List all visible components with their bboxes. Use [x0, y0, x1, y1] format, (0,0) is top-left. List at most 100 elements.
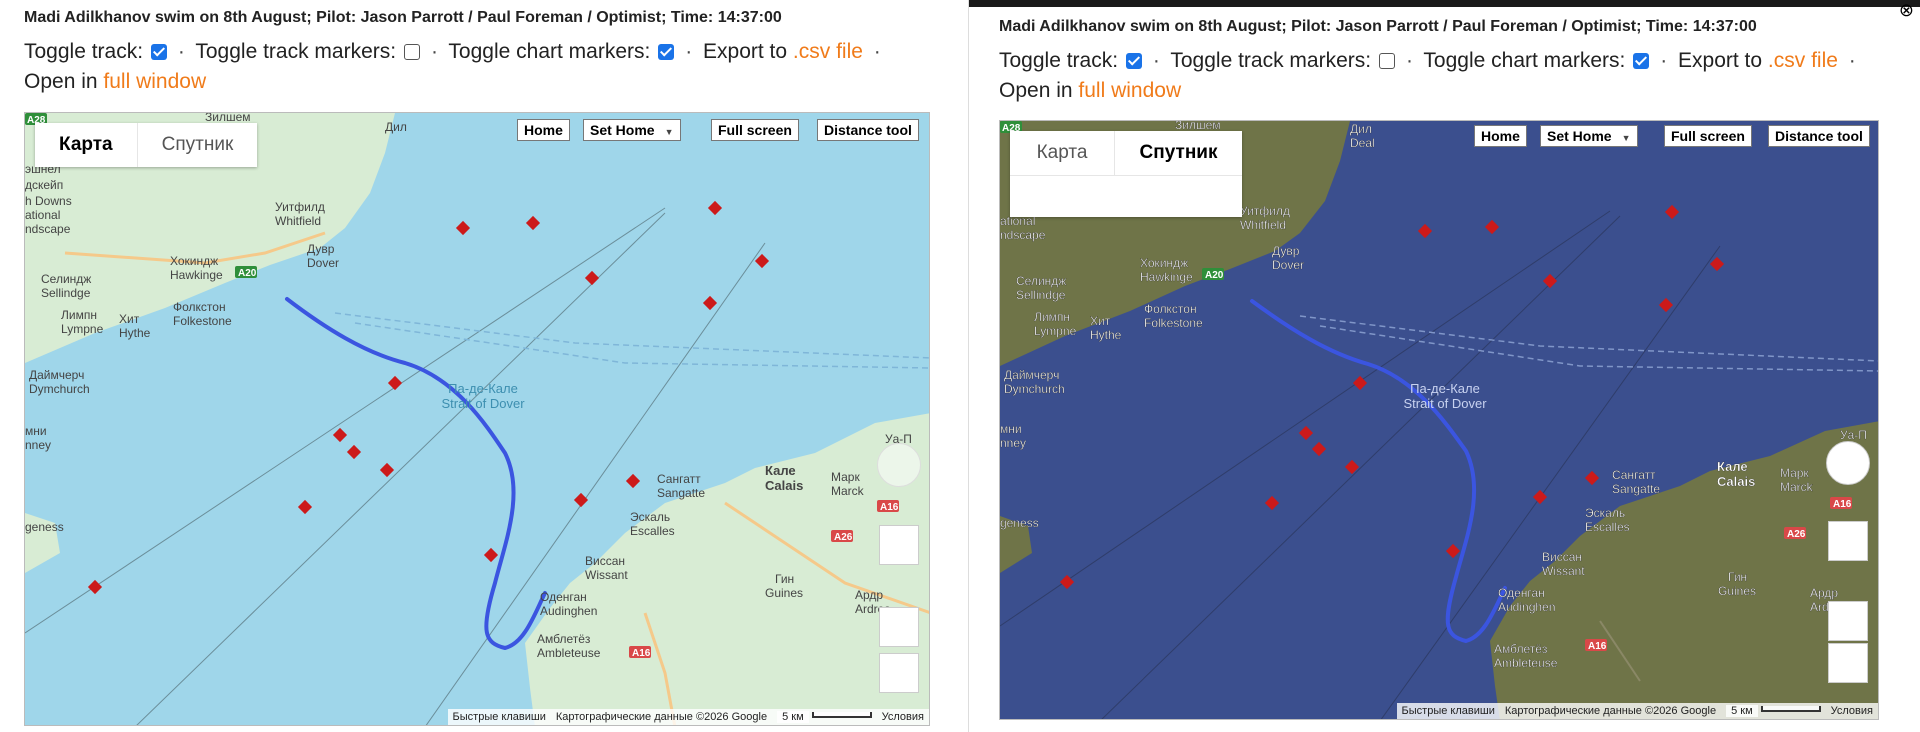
terms-link[interactable]: Условия — [876, 709, 929, 725]
scale-bar[interactable]: 5 км — [1721, 703, 1826, 719]
map-label: Hawkinge — [1140, 270, 1193, 284]
distance-tool-button[interactable]: Distance tool — [817, 119, 919, 141]
map-label: Хит — [119, 312, 140, 326]
map-control-button[interactable] — [879, 525, 919, 565]
map-label: Escalles — [1585, 520, 1630, 534]
map-label: Амблетёз — [1494, 642, 1548, 656]
map-label: Wissant — [585, 568, 628, 582]
map-label: Ambleteuse — [1494, 656, 1558, 670]
zoom-in-button[interactable] — [879, 607, 919, 647]
map-label: Дувр — [1272, 244, 1300, 258]
map-label: Ардр — [1810, 586, 1838, 600]
map-label: Дил — [385, 120, 407, 134]
toggle-track-markers-label: Toggle track markers: — [1170, 49, 1372, 72]
map-label: Wissant — [1542, 564, 1585, 578]
map-label: ndscape — [1000, 228, 1046, 242]
map-type-map-button[interactable]: Карта — [1010, 131, 1114, 175]
map-label: nney — [1000, 436, 1026, 450]
control-bar: Toggle track: · Toggle track markers: · … — [999, 46, 1861, 106]
map-label: Гин — [1728, 570, 1747, 584]
map-satellite[interactable]: Зилшем Дил Deal Уитфилд Whitfield Дувр D… — [999, 120, 1879, 720]
map-label: Хит — [1090, 314, 1111, 328]
map-label: Sangatte — [1612, 482, 1660, 496]
control-bar: Toggle track: · Toggle track markers: · … — [24, 37, 886, 97]
map-roadmap[interactable]: Зилшем Дил Уитфилд Whitfield Дувр Dover … — [24, 112, 930, 726]
export-label: Export to — [1678, 49, 1763, 72]
map-label: Ардр — [855, 588, 883, 602]
map-label: Дувр — [307, 242, 335, 256]
map-label: Оденган — [1498, 586, 1545, 600]
map-label: Хокиндж — [1140, 256, 1188, 270]
map-label: Уа-П — [1840, 428, 1867, 442]
close-icon[interactable]: ⊗ — [1899, 0, 1914, 21]
full-window-link[interactable]: full window — [103, 70, 206, 93]
map-label: Эскаль — [1585, 506, 1625, 520]
set-home-dropdown[interactable]: Set Home ▼ — [583, 119, 681, 141]
window-top-bar — [969, 0, 1920, 7]
terms-link[interactable]: Условия — [1825, 703, 1878, 719]
toggle-track-markers-checkbox[interactable] — [1379, 53, 1396, 69]
zoom-out-button[interactable] — [1828, 643, 1868, 683]
map-label: Folkestone — [1144, 316, 1203, 330]
road-label: A26 — [834, 532, 853, 543]
separator: · — [685, 40, 693, 63]
separator: · — [1848, 49, 1856, 72]
map-type-satellite-button[interactable]: Спутник — [1114, 131, 1242, 175]
map-type-map-button[interactable]: Карта — [35, 123, 137, 167]
right-panel: ⊗ Madi Adilkhanov swim on 8th August; Pi… — [968, 0, 1920, 732]
road-label: A20 — [1205, 270, 1224, 281]
toggle-chart-markers-checkbox[interactable] — [658, 44, 675, 60]
map-control-button[interactable] — [1828, 521, 1868, 561]
map-label: Фолкстон — [1144, 302, 1197, 316]
map-label: Dover — [307, 256, 339, 270]
full-screen-button[interactable]: Full screen — [1664, 125, 1752, 147]
csv-file-link[interactable]: .csv file — [793, 40, 863, 63]
map-label: Dover — [1272, 258, 1304, 272]
map-label: Calais — [1717, 474, 1755, 489]
map-label: geness — [1000, 516, 1039, 530]
map-label: Виссан — [585, 554, 625, 568]
zoom-in-button[interactable] — [1828, 601, 1868, 641]
map-label: Даймчерч — [1004, 368, 1059, 382]
map-label: Sangatte — [657, 486, 705, 500]
map-label: дскейп — [25, 178, 63, 192]
page-title: Madi Adilkhanov swim on 8th August; Pilo… — [999, 18, 1757, 35]
separator: · — [430, 40, 438, 63]
map-label: мни — [1000, 422, 1022, 436]
map-label: Уитфилд — [275, 200, 325, 214]
map-label: Marck — [1780, 480, 1814, 494]
toggle-track-markers-checkbox[interactable] — [404, 44, 421, 60]
map-label: Амблетёз — [537, 632, 591, 646]
map-label: Уитфилд — [1240, 204, 1290, 218]
csv-file-link[interactable]: .csv file — [1768, 49, 1838, 72]
separator: · — [873, 40, 881, 63]
full-screen-button[interactable]: Full screen — [711, 119, 799, 141]
scale-bar[interactable]: 5 км — [772, 709, 877, 725]
map-type-satellite-button[interactable]: Спутник — [136, 123, 258, 167]
map-canvas[interactable]: Зилшем Дил Уитфилд Whitfield Дувр Dover … — [25, 113, 930, 726]
scale-icon — [811, 712, 872, 718]
keyboard-shortcuts-link[interactable]: Быстрые клавиши — [447, 709, 551, 725]
distance-tool-button[interactable]: Distance tool — [1768, 125, 1870, 147]
map-label: Marck — [831, 484, 865, 498]
toggle-track-checkbox[interactable] — [1126, 53, 1143, 69]
full-window-link[interactable]: full window — [1078, 79, 1181, 102]
home-button[interactable]: Home — [517, 119, 570, 141]
street-view-pegman[interactable] — [877, 443, 921, 487]
toggle-chart-markers-checkbox[interactable] — [1633, 53, 1650, 69]
map-label: Deal — [1350, 136, 1375, 150]
export-label: Export to — [703, 40, 788, 63]
toggle-track-checkbox[interactable] — [151, 44, 168, 60]
map-label: Sellindge — [41, 286, 91, 300]
road-label: A16 — [880, 502, 899, 513]
zoom-out-button[interactable] — [879, 653, 919, 693]
map-label: Audinghen — [540, 604, 597, 618]
keyboard-shortcuts-link[interactable]: Быстрые клавиши — [1396, 703, 1500, 719]
scale-label: 5 км — [777, 711, 809, 723]
home-button[interactable]: Home — [1474, 125, 1527, 147]
map-label: Calais — [765, 478, 803, 493]
map-label: мни — [25, 424, 47, 438]
map-label: Эскаль — [630, 510, 670, 524]
set-home-dropdown[interactable]: Set Home ▼ — [1540, 125, 1638, 147]
street-view-pegman[interactable] — [1826, 441, 1870, 485]
